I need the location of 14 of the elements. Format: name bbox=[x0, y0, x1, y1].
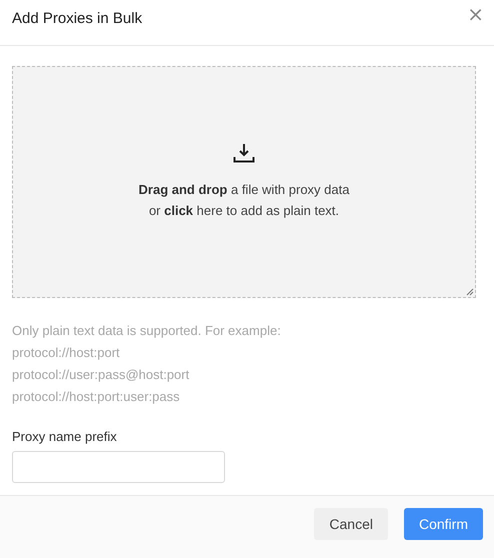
resize-handle-icon[interactable] bbox=[466, 288, 474, 296]
drop-instruction: or click here to add as plain text. bbox=[148, 202, 340, 220]
download-icon bbox=[233, 143, 255, 163]
help-text: protocol://host:port:user:pass bbox=[12, 388, 181, 406]
prefix-input-field[interactable] bbox=[12, 451, 225, 483]
help-text: Only plain text data is supported. For example: bbox=[12, 322, 282, 340]
cancel-button[interactable]: Cancel bbox=[314, 508, 388, 540]
dialog-title: Add Proxies in Bulk bbox=[12, 10, 142, 27]
help-text: protocol://host:port bbox=[12, 344, 121, 362]
close-button[interactable]: × bbox=[467, 2, 484, 26]
field-label: Proxy name prefix bbox=[12, 429, 118, 444]
drop-instruction: Drag and drop a file with proxy data bbox=[138, 181, 350, 199]
help-text: protocol://user:pass@host:port bbox=[12, 366, 190, 384]
drop-zone[interactable]: Drag and drop a file with proxy data or click here to add as plain text. bbox=[12, 66, 476, 298]
